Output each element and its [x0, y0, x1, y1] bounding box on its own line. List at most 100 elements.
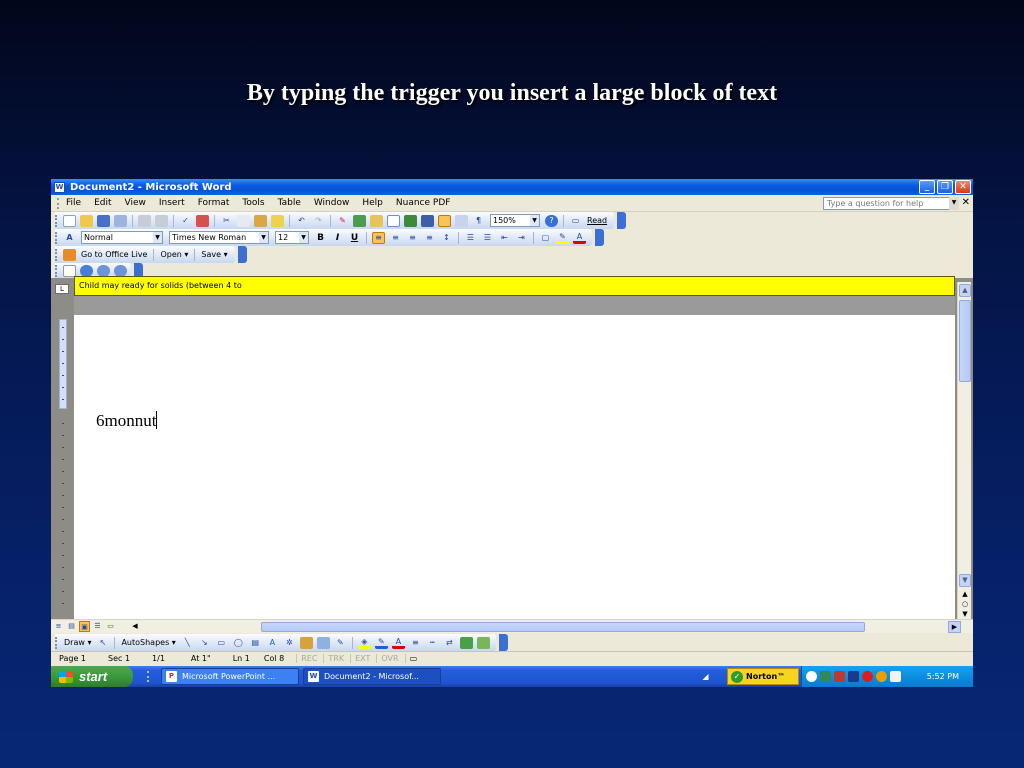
scroll-right-icon[interactable]: ▶: [948, 621, 961, 633]
toolbar-options-icon[interactable]: [595, 229, 604, 246]
normal-view-icon[interactable]: ≡: [53, 621, 64, 632]
taskbar-grip[interactable]: [147, 671, 155, 682]
font-color-icon[interactable]: A: [573, 232, 586, 244]
menu-edit[interactable]: Edit: [94, 198, 111, 208]
draw-ink-icon[interactable]: ✎: [334, 637, 347, 649]
shadow-style-icon[interactable]: [459, 636, 473, 649]
select-objects-icon[interactable]: ↖: [96, 637, 109, 649]
cut-icon[interactable]: ✂: [220, 215, 233, 227]
permission-icon[interactable]: [114, 214, 127, 227]
copy-icon[interactable]: [237, 214, 250, 227]
help-icon[interactable]: ?: [545, 214, 558, 227]
show-hide-icon[interactable]: ¶: [472, 215, 485, 227]
wordart-icon[interactable]: A: [266, 637, 279, 649]
outline-view-icon[interactable]: ☰: [92, 621, 103, 632]
toolbar-options-icon[interactable]: [237, 246, 247, 263]
numbering-icon[interactable]: ☰: [464, 232, 477, 244]
menu-table[interactable]: Table: [278, 198, 301, 208]
line-spacing-icon[interactable]: ↕: [440, 232, 453, 244]
columns-icon[interactable]: [421, 214, 434, 227]
title-bar[interactable]: W Document2 - Microsoft Word _ ❐ ✕: [51, 179, 973, 195]
toolbar-grip[interactable]: [55, 214, 58, 227]
toolbar-grip[interactable]: [55, 264, 58, 277]
drawing-toggle-icon[interactable]: [438, 214, 451, 227]
picture-icon[interactable]: [316, 636, 330, 649]
back-icon[interactable]: [80, 264, 93, 277]
arrow-icon[interactable]: ↘: [198, 637, 211, 649]
undo-icon[interactable]: ↶: [295, 215, 308, 227]
scroll-up-icon[interactable]: ▲: [959, 284, 971, 297]
toolbar-options-icon[interactable]: [498, 634, 508, 651]
vertical-scroll-thumb[interactable]: [959, 300, 971, 382]
new-document-icon[interactable]: [63, 214, 76, 227]
save-icon[interactable]: [97, 214, 110, 227]
research-icon[interactable]: [196, 214, 209, 227]
toolbar-grip[interactable]: [55, 636, 58, 649]
spelling-status-icon[interactable]: ▭: [404, 654, 417, 663]
tables-borders-icon[interactable]: [370, 214, 383, 227]
horizontal-scrollbar[interactable]: ≡ ▤ ▣ ☰ ▭ ◀ ▶: [51, 619, 973, 633]
print-preview-icon[interactable]: [155, 214, 168, 227]
menu-nuance-pdf[interactable]: Nuance PDF: [396, 198, 451, 208]
menu-help[interactable]: Help: [362, 198, 383, 208]
rectangle-icon[interactable]: ▭: [215, 637, 228, 649]
tray-app-icon[interactable]: [820, 671, 831, 682]
tray-app-icon[interactable]: [848, 671, 859, 682]
scroll-down-icon[interactable]: ▼: [959, 574, 971, 587]
line-icon[interactable]: ╲: [181, 637, 194, 649]
align-left-icon[interactable]: ≡: [372, 231, 385, 244]
tray-app-icon[interactable]: [834, 671, 845, 682]
underline-button[interactable]: U: [348, 233, 361, 243]
previous-page-icon[interactable]: ▲: [960, 590, 970, 598]
autotext-tooltip[interactable]: Child may ready for solids (between 4 to: [74, 276, 955, 296]
redo-icon[interactable]: ↷: [312, 215, 325, 227]
vertical-scrollbar[interactable]: ▲ ▼ ▲ ○ ▼: [957, 282, 971, 622]
menu-view[interactable]: View: [125, 198, 146, 208]
menu-format[interactable]: Format: [198, 198, 230, 208]
go-to-office-live-button[interactable]: Go to Office Live: [81, 250, 147, 259]
dash-style-icon[interactable]: ┅: [426, 637, 439, 649]
draw-menu-button[interactable]: Draw ▾: [64, 638, 91, 647]
taskbar-item-word[interactable]: W Document2 - Microsof...: [303, 668, 441, 685]
reading-layout-icon[interactable]: ▭: [105, 621, 116, 632]
close-button[interactable]: ✕: [955, 180, 971, 194]
print-icon[interactable]: [138, 214, 151, 227]
forward-icon[interactable]: [97, 264, 110, 277]
insert-table-icon[interactable]: [387, 214, 400, 227]
tray-network-icon[interactable]: ◢: [699, 670, 712, 682]
menu-window[interactable]: Window: [314, 198, 350, 208]
status-ovr[interactable]: OVR: [376, 654, 399, 663]
select-browse-object-icon[interactable]: ○: [960, 600, 970, 608]
document-map-icon[interactable]: [455, 214, 468, 227]
align-center-icon[interactable]: ≡: [389, 232, 402, 244]
drawing-pen-icon[interactable]: ✎: [336, 215, 349, 227]
vertical-ruler[interactable]: [56, 319, 68, 619]
taskbar-item-powerpoint[interactable]: P Microsoft PowerPoint ...: [161, 668, 299, 685]
web-layout-icon[interactable]: ▤: [66, 621, 77, 632]
paste-icon[interactable]: [254, 214, 267, 227]
styles-formatting-icon[interactable]: A: [63, 232, 76, 244]
tray-app-icon[interactable]: [876, 671, 887, 682]
tray-app-icon[interactable]: [862, 671, 873, 682]
font-color-icon[interactable]: A: [391, 637, 405, 649]
decrease-indent-icon[interactable]: ⇤: [498, 232, 511, 244]
hyperlink-icon[interactable]: [353, 214, 366, 227]
template-icon[interactable]: [63, 264, 76, 277]
arrow-style-icon[interactable]: ⇄: [443, 637, 456, 649]
horizontal-scroll-thumb[interactable]: [261, 622, 865, 632]
norton-tray-button[interactable]: ✓ Norton™: [727, 668, 799, 685]
clip-art-icon[interactable]: [299, 636, 313, 649]
scroll-left-icon[interactable]: ◀: [129, 621, 141, 633]
highlight-icon[interactable]: ✎: [556, 232, 569, 244]
next-page-icon[interactable]: ▼: [960, 610, 970, 618]
menu-insert[interactable]: Insert: [159, 198, 185, 208]
format-painter-icon[interactable]: [271, 214, 284, 227]
tab-selector[interactable]: L: [55, 284, 69, 294]
diagram-icon[interactable]: ✲: [283, 637, 296, 649]
help-dropdown-icon[interactable]: ▼: [949, 197, 959, 210]
menu-file[interactable]: File: [66, 198, 81, 208]
open-menu-button[interactable]: Open ▾: [160, 250, 188, 259]
italic-button[interactable]: I: [331, 233, 344, 243]
taskbar-clock[interactable]: 5:52 PM: [927, 666, 959, 687]
menu-tools[interactable]: Tools: [242, 198, 264, 208]
